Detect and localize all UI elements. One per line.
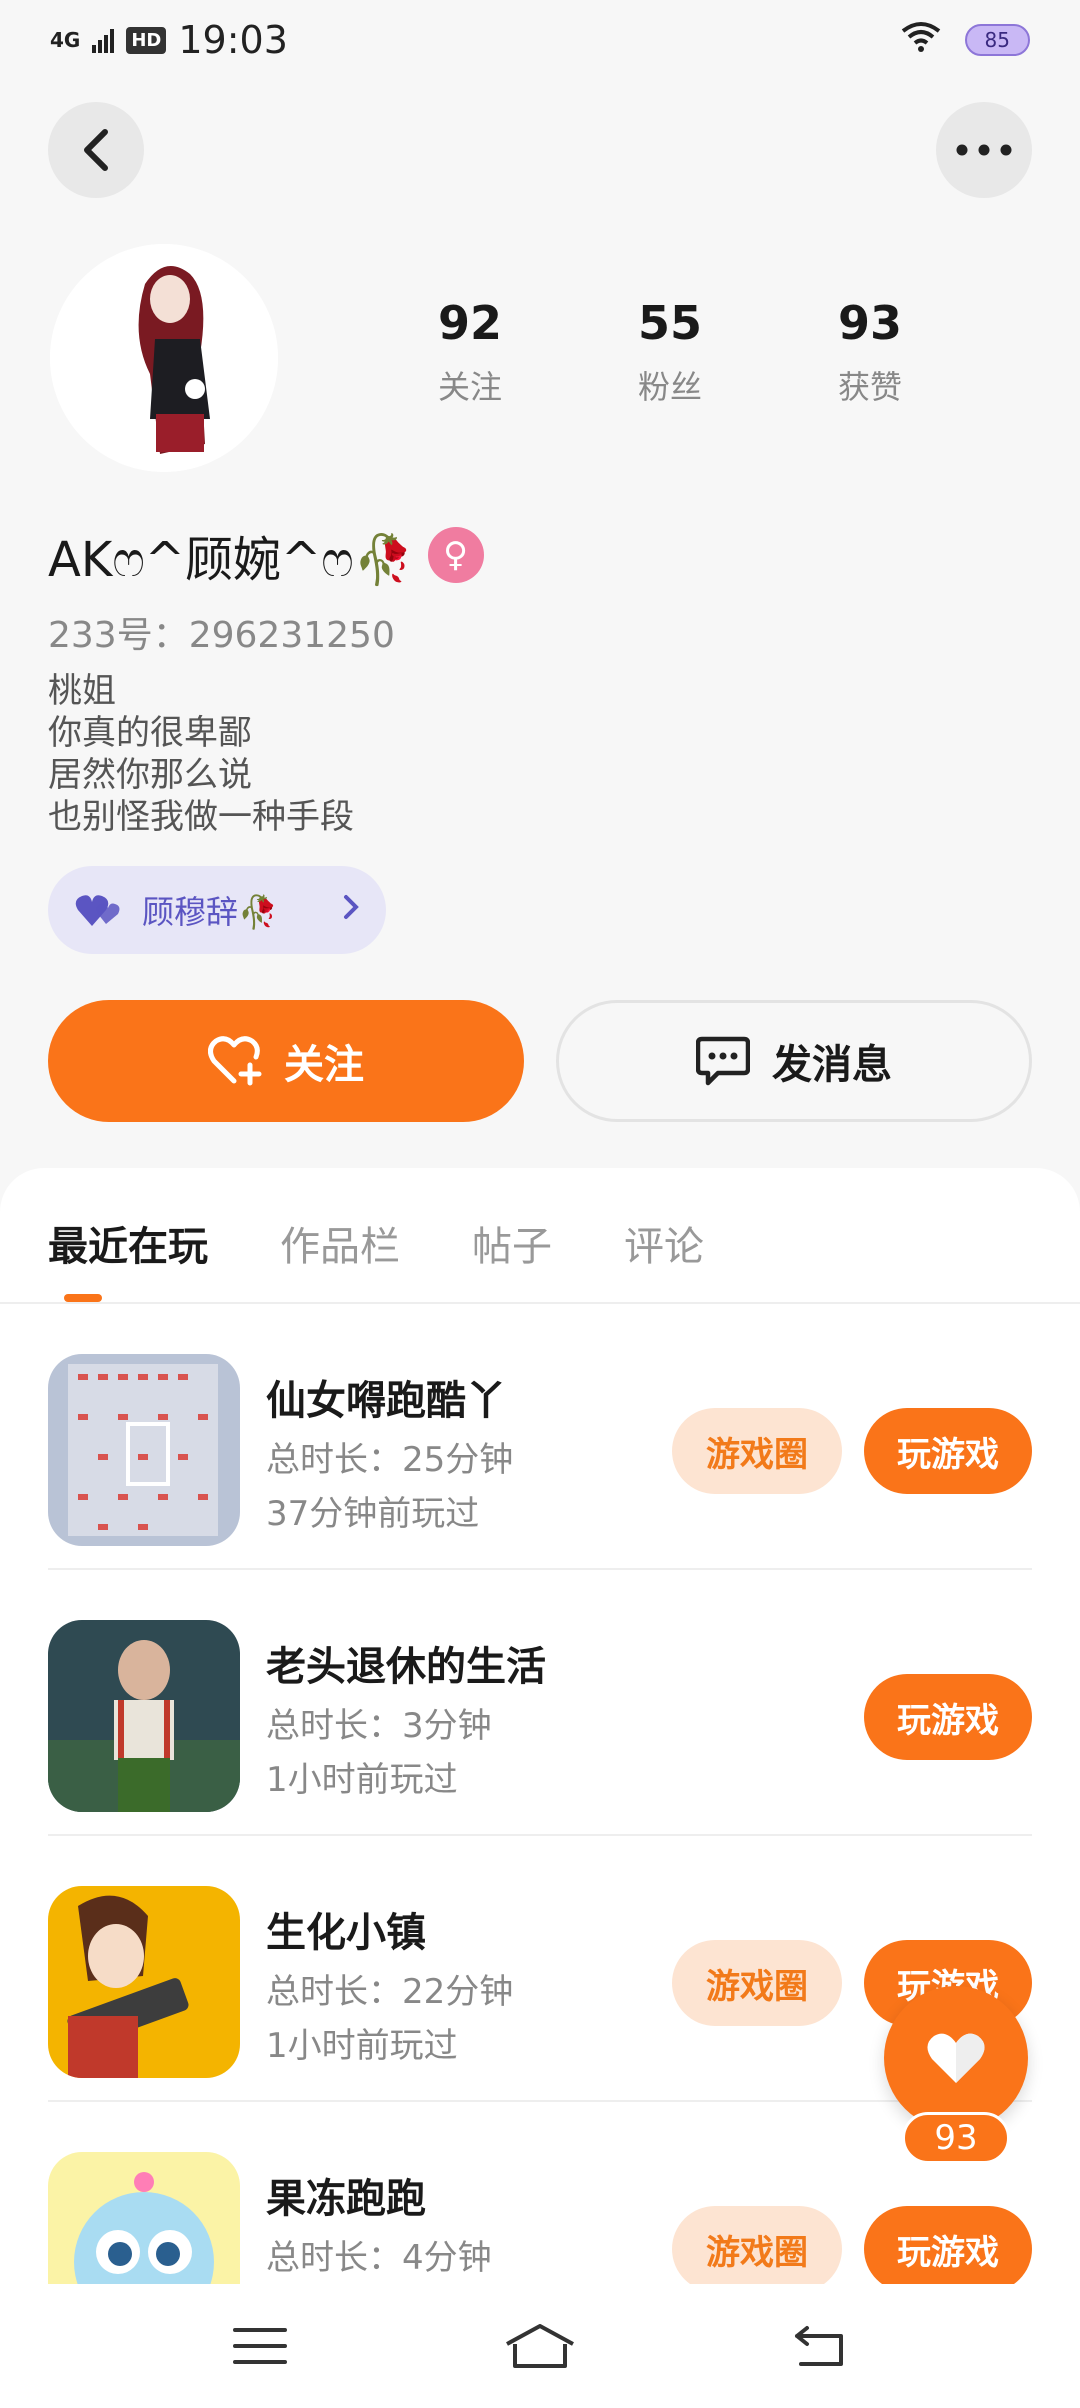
hd-badge: HD [126, 26, 167, 54]
stat-followers[interactable]: 55 粉丝 [570, 300, 770, 408]
wifi-icon [901, 18, 941, 62]
game-duration: 总时长：25分钟 [266, 1440, 514, 1480]
follow-button[interactable]: 关注 [48, 1000, 524, 1122]
game-row[interactable]: 老头退休的生活 总时长：3分钟 1小时前玩过 玩游戏 [48, 1570, 1032, 1836]
tab-posts[interactable]: 帖子 [472, 1214, 552, 1272]
relation-chip[interactable]: 顾穆辞🥀 [48, 866, 386, 954]
game-icon[interactable] [48, 2152, 240, 2284]
game-row[interactable]: 仙女嘚跑酷丫 总时长：25分钟 37分钟前玩过 游戏圈 玩游戏 [48, 1304, 1032, 1570]
more-icon [956, 144, 1012, 156]
stat-label: 关注 [437, 368, 502, 406]
game-last-played: 37分钟前玩过 [266, 1494, 480, 1534]
stat-number: 93 [837, 296, 902, 350]
gender-female-icon: ♀ [427, 527, 484, 583]
home-icon [506, 2324, 574, 2368]
battery-indicator: 85 [964, 24, 1030, 56]
double-heart-icon [75, 895, 120, 926]
status-right: 85 [901, 18, 1030, 62]
game-circle-button[interactable]: 游戏圈 [672, 2206, 842, 2284]
stat-likes[interactable]: 93 获赞 [770, 300, 970, 408]
play-game-button[interactable]: 玩游戏 [864, 2206, 1032, 2284]
game-icon[interactable] [48, 1886, 240, 2078]
bio: 桃姐 你真的很卑鄙 居然你那么说 也别怪我做一种手段 [48, 670, 354, 838]
game-icon[interactable] [48, 1620, 240, 1812]
game-last-played: 1小时前玩过 [266, 1760, 458, 1800]
back-arrow-icon [84, 129, 108, 171]
tab-works[interactable]: 作品栏 [280, 1214, 400, 1272]
game-title: 仙女嘚跑酷丫 [266, 1378, 506, 1424]
nickname-row: AKෆ^顾婉^ෆ🥀 ♀ [48, 520, 484, 590]
stats-row: 92 关注 55 粉丝 93 获赞 [370, 300, 970, 408]
game-title: 果冻跑跑 [266, 2176, 426, 2222]
game-duration: 总时长：3分钟 [266, 1706, 492, 1746]
nav-menu-button[interactable] [200, 2306, 320, 2386]
game-title: 生化小镇 [266, 1910, 426, 1956]
like-count: 93 [902, 2112, 1010, 2164]
more-button[interactable] [936, 102, 1032, 198]
nav-back-button[interactable] [760, 2306, 880, 2386]
tab-indicator [64, 1294, 102, 1302]
heart-icon [927, 2033, 985, 2083]
menu-icon [233, 2328, 287, 2364]
bio-line: 居然你那么说 [48, 755, 252, 795]
tab-bar: 最近在玩 作品栏 帖子 评论 [48, 1214, 704, 1272]
bio-line: 桃姐 [48, 671, 116, 711]
network-type: 4G [50, 28, 81, 52]
game-icon[interactable] [48, 1354, 240, 1546]
clock: 19:03 [178, 18, 288, 62]
bio-line: 你真的很卑鄙 [48, 713, 252, 753]
stat-label: 获赞 [837, 368, 902, 406]
status-left: 4G HD 19:03 [50, 18, 288, 62]
back-button[interactable] [48, 102, 144, 198]
message-button[interactable]: 发消息 [556, 1000, 1032, 1122]
signal-icon [92, 18, 115, 62]
play-game-button[interactable]: 玩游戏 [864, 1674, 1032, 1760]
system-nav-bar [0, 2284, 1080, 2408]
nickname: AKෆ^顾婉^ෆ🥀 [48, 532, 414, 588]
chevron-right-icon [342, 891, 360, 929]
play-game-button[interactable]: 玩游戏 [864, 1408, 1032, 1494]
heart-plus-icon [208, 1036, 262, 1086]
message-label: 发消息 [772, 1042, 892, 1088]
nav-home-button[interactable] [480, 2306, 600, 2386]
game-circle-button[interactable]: 游戏圈 [672, 1408, 842, 1494]
like-button[interactable] [884, 1986, 1028, 2130]
game-duration: 总时长：4分钟 [266, 2238, 492, 2278]
game-last-played: 1小时前玩过 [266, 2026, 458, 2066]
relation-label: 顾穆辞🥀 [142, 893, 278, 931]
return-icon [795, 2326, 843, 2366]
game-duration: 总时长：22分钟 [266, 1972, 514, 2012]
avatar[interactable] [50, 244, 278, 472]
stat-number: 92 [437, 296, 502, 350]
game-circle-button[interactable]: 游戏圈 [672, 1940, 842, 2026]
chat-bubble-icon [696, 1036, 750, 1086]
follow-label: 关注 [284, 1042, 364, 1088]
stat-label: 粉丝 [637, 368, 702, 406]
status-bar: 4G HD 19:03 85 [0, 0, 1080, 80]
tab-comments[interactable]: 评论 [624, 1214, 704, 1272]
tab-recently-played[interactable]: 最近在玩 [48, 1214, 208, 1272]
stat-following[interactable]: 92 关注 [370, 300, 570, 408]
stat-number: 55 [637, 296, 702, 350]
game-row[interactable]: 果冻跑跑 总时长：4分钟 游戏圈 玩游戏 [48, 2102, 1032, 2284]
bio-line: 也别怪我做一种手段 [48, 797, 354, 837]
user-id: 233号：296231250 [48, 615, 395, 656]
game-title: 老头退休的生活 [266, 1644, 546, 1690]
